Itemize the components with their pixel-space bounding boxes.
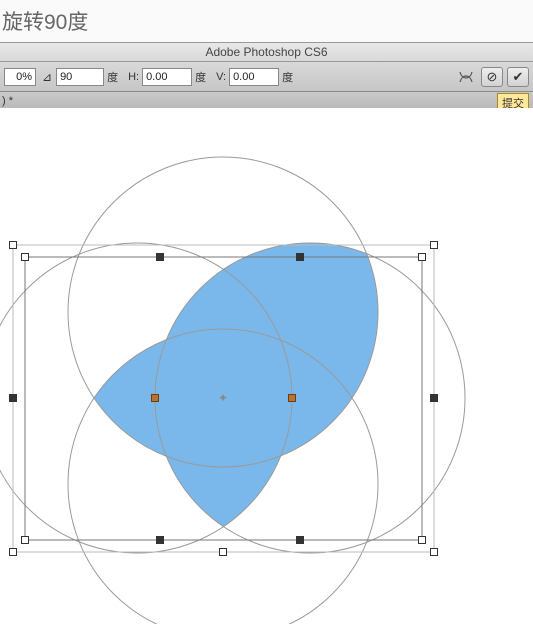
- outer-handle-br[interactable]: [430, 548, 438, 556]
- canvas-area[interactable]: ✦: [0, 108, 533, 624]
- rotation-angle-input[interactable]: [56, 68, 104, 86]
- skew-h-unit-label: 度: [195, 69, 206, 85]
- ref-point-left[interactable]: [151, 394, 159, 402]
- outer-handle-bl[interactable]: [9, 548, 17, 556]
- transform-handle-bm[interactable]: [156, 536, 164, 544]
- skew-v-unit-label: 度: [282, 69, 293, 85]
- ref-point-right[interactable]: [288, 394, 296, 402]
- angle-icon: ⊿: [42, 70, 52, 84]
- artwork-svg: [0, 108, 533, 624]
- document-tab[interactable]: ) *: [2, 95, 13, 107]
- outer-handle-bm[interactable]: [219, 548, 227, 556]
- outer-handle-tr[interactable]: [430, 241, 438, 249]
- transform-handle-bm2[interactable]: [296, 536, 304, 544]
- app-titlebar: Adobe Photoshop CS6: [0, 42, 533, 62]
- transform-handle-bl[interactable]: [21, 536, 29, 544]
- outer-handle-tl[interactable]: [9, 241, 17, 249]
- transform-handle-tl[interactable]: [21, 253, 29, 261]
- options-bar: ⊿ 度 H: 度 V: 度 ⊘ ✔: [0, 62, 533, 92]
- transform-handle-tm2[interactable]: [296, 253, 304, 261]
- skew-h-input[interactable]: [142, 68, 192, 86]
- skew-h-label: H:: [128, 71, 139, 83]
- cancel-transform-button[interactable]: ⊘: [481, 67, 503, 87]
- warp-mode-icon[interactable]: [455, 67, 477, 87]
- transform-handle-rm[interactable]: [430, 394, 438, 402]
- transform-handle-tm[interactable]: [156, 253, 164, 261]
- angle-unit-label: 度: [107, 69, 118, 85]
- skew-v-label: V:: [216, 71, 226, 83]
- transform-handle-tr[interactable]: [418, 253, 426, 261]
- skew-v-input[interactable]: [229, 68, 279, 86]
- page-title: 旋转90度: [0, 0, 533, 42]
- transform-center-icon[interactable]: ✦: [217, 392, 229, 404]
- scale-percent-input[interactable]: [4, 68, 36, 86]
- transform-handle-lm[interactable]: [9, 394, 17, 402]
- commit-transform-button[interactable]: ✔: [507, 67, 529, 87]
- transform-handle-br[interactable]: [418, 536, 426, 544]
